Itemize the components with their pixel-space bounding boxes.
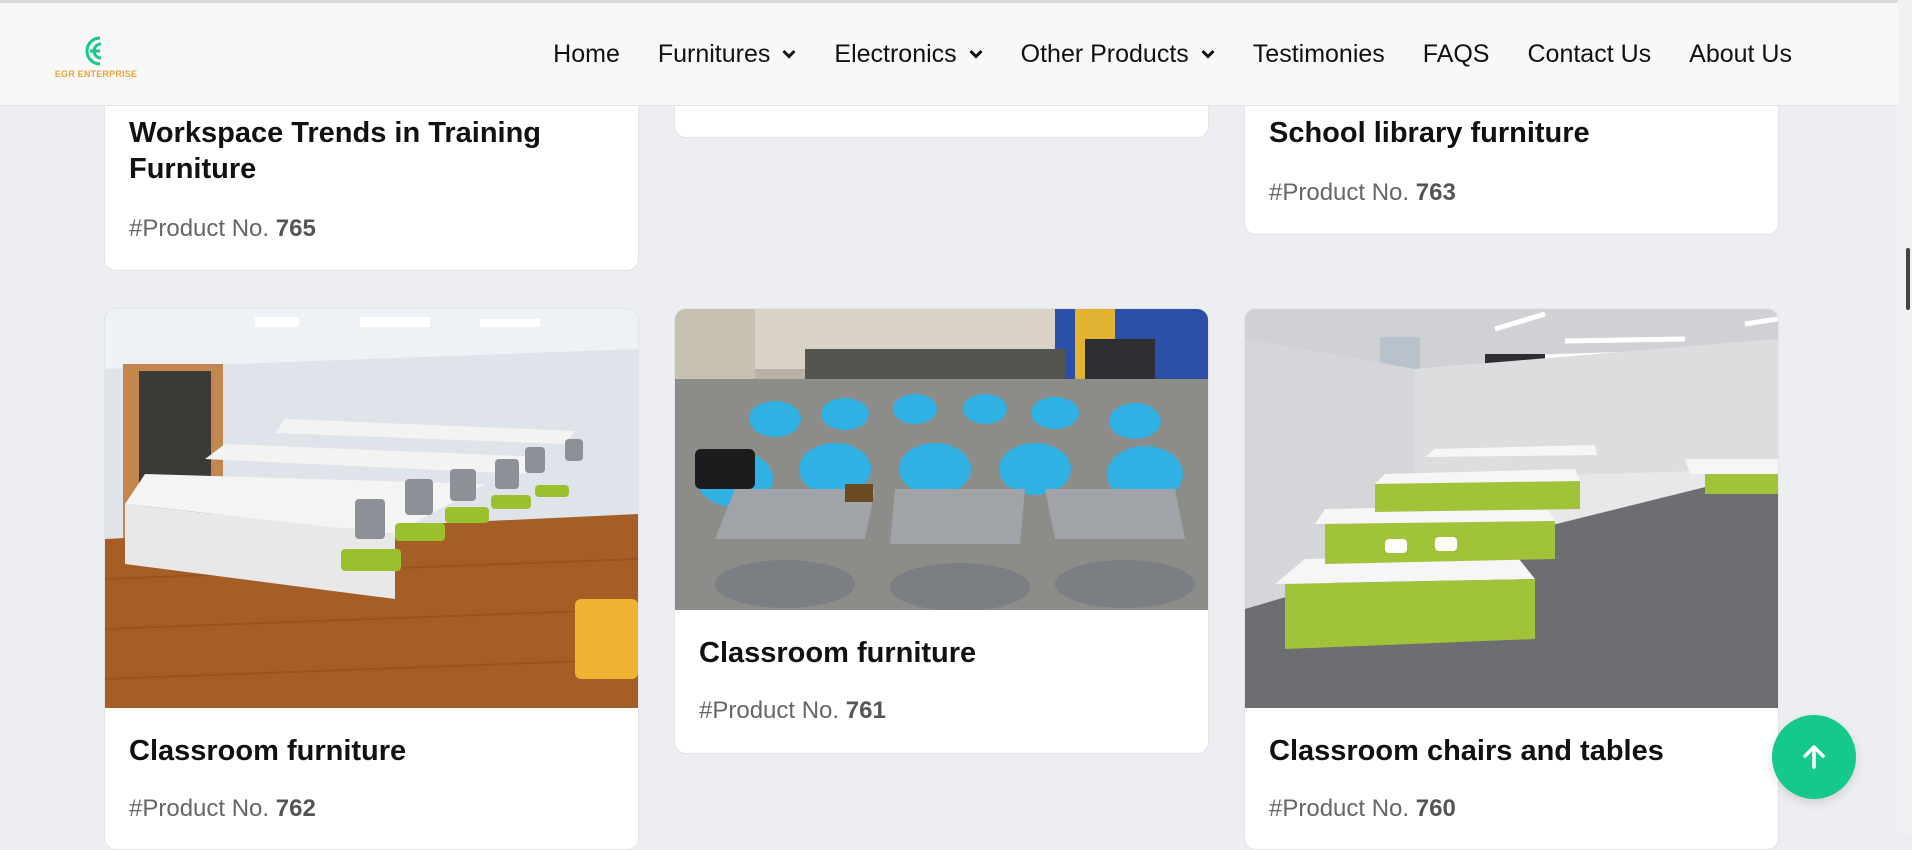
site-header: EGR ENTERPRISE Home Furnitures Electroni… [0, 3, 1898, 106]
nav-about-us-label: About Us [1689, 39, 1792, 68]
product-title[interactable]: Workspace Trends in Training Furniture [129, 115, 609, 187]
product-title[interactable]: Classroom furniture [129, 733, 609, 769]
product-number-prefix: #Product No. [1269, 179, 1410, 206]
chevron-down-icon [969, 49, 983, 59]
nav-other-products[interactable]: Other Products [1021, 40, 1215, 69]
nav-furnitures-label: Furnitures [657, 39, 771, 68]
nav-faqs-label: FAQS [1422, 39, 1490, 68]
product-title[interactable]: Classroom chairs and tables [1269, 733, 1749, 769]
nav-testimonies-label: Testimonies [1252, 39, 1385, 68]
product-number: #Product No. 760 [1269, 795, 1456, 823]
product-number-prefix: #Product No. [129, 215, 270, 242]
nav-about-us[interactable]: About Us [1689, 40, 1792, 69]
nav-faqs[interactable]: FAQS [1423, 40, 1490, 69]
brand-logo[interactable]: EGR ENTERPRISE [54, 33, 138, 83]
product-number-value: 765 [275, 215, 316, 242]
nav-contact-us[interactable]: Contact Us [1527, 40, 1651, 69]
product-image[interactable] [1245, 309, 1778, 708]
brand-logo-mark [85, 36, 102, 66]
arrow-up-icon [1803, 745, 1825, 769]
product-number-prefix: #Product No. [699, 697, 840, 724]
product-card[interactable]: Classroom chairs and tables #Product No.… [1244, 308, 1779, 850]
browser-edge [0, 0, 1898, 3]
product-number: #Product No. 763 [1269, 179, 1456, 207]
product-image[interactable] [105, 309, 638, 708]
nav-home[interactable]: Home [553, 40, 620, 69]
product-number-value: 762 [275, 795, 316, 822]
product-number-prefix: #Product No. [1269, 795, 1410, 822]
nav-testimonies[interactable]: Testimonies [1253, 40, 1385, 69]
nav-furnitures[interactable]: Furnitures [658, 40, 797, 69]
product-number-value: 760 [1415, 795, 1456, 822]
product-title[interactable]: School library furniture [1269, 115, 1749, 151]
product-number-value: 763 [1415, 179, 1456, 206]
product-number: #Product No. 762 [129, 795, 316, 823]
product-number: #Product No. 761 [699, 697, 886, 725]
nav-home-label: Home [553, 39, 620, 68]
nav-electronics-label: Electronics [834, 39, 957, 68]
product-card[interactable]: Classroom furniture #Product No. 761 [674, 308, 1209, 754]
product-number-value: 761 [845, 697, 886, 724]
brand-name: EGR ENTERPRISE [54, 69, 138, 79]
nav-contact-us-label: Contact Us [1527, 39, 1652, 68]
scrollbar-thumb[interactable] [1906, 248, 1910, 310]
back-to-top-button[interactable] [1772, 715, 1856, 799]
product-image[interactable] [675, 309, 1208, 610]
nav-electronics[interactable]: Electronics [834, 39, 983, 69]
nav-other-products-label: Other Products [1020, 39, 1189, 68]
chevron-down-icon [782, 49, 796, 59]
product-card[interactable]: Classroom furniture #Product No. 762 [104, 308, 639, 850]
product-title[interactable]: Classroom furniture [699, 635, 1179, 671]
main-nav: Home Furnitures Electronics Other Produc… [553, 3, 1792, 105]
product-number: #Product No. 765 [129, 215, 316, 243]
chevron-down-icon [1201, 49, 1215, 59]
page-scrollbar[interactable] [1898, 0, 1912, 835]
product-number-prefix: #Product No. [129, 795, 270, 822]
